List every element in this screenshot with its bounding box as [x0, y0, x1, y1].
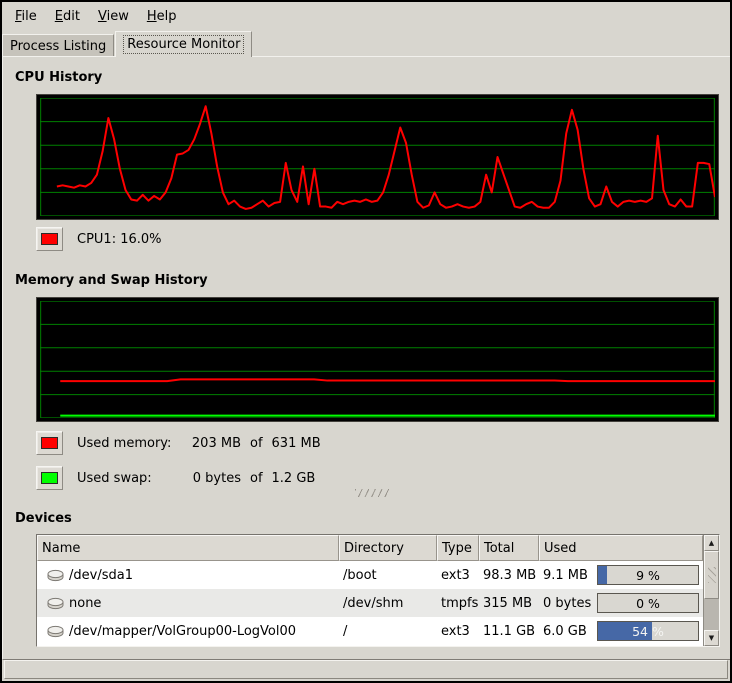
- menu-view[interactable]: View: [89, 5, 138, 28]
- device-type-cell: tmpfs: [437, 589, 479, 617]
- device-used-cell: 9.1 MB 9 %: [539, 561, 703, 589]
- device-name: /dev/sda1: [69, 568, 133, 583]
- device-directory-cell: /: [339, 617, 437, 645]
- device-total-cell: 11.1 GB: [479, 617, 539, 645]
- tab-bar: Process Listing Resource Monitor: [2, 30, 730, 57]
- cpu-graph-svg: [40, 98, 715, 216]
- device-used-progressbar: 9 %: [597, 565, 699, 585]
- cpu-history-graph: [36, 94, 719, 220]
- device-name-cell: none: [37, 589, 339, 617]
- device-name: /dev/mapper/VolGroup00-LogVol00: [69, 624, 296, 639]
- disk-icon: [47, 625, 64, 638]
- used-memory-of: of: [250, 436, 263, 451]
- statusbar: [4, 660, 728, 679]
- header-total[interactable]: Total: [479, 535, 539, 561]
- tab-resource-monitor[interactable]: Resource Monitor: [115, 31, 252, 57]
- devices-title: Devices: [15, 511, 72, 526]
- devices-scrollbar[interactable]: ▲ ▼: [703, 535, 719, 646]
- device-used-cell: 0 bytes 0 %: [539, 589, 703, 617]
- scroll-down-button[interactable]: ▼: [704, 630, 719, 646]
- resource-monitor-page: CPU History CPU1: 16.0% Memory and Swap …: [2, 56, 732, 660]
- device-name-cell: /dev/sda1: [37, 561, 339, 589]
- device-rows: /dev/sda1/bootext398.3 MB 9.1 MB 9 % none/d…: [37, 561, 703, 645]
- device-type-cell: ext3: [437, 617, 479, 645]
- cpu-color-swatch: [41, 233, 58, 245]
- used-memory-value: 203 MB: [181, 436, 241, 451]
- cpu-color-button[interactable]: [36, 227, 63, 251]
- used-swap-label: Used swap:: [77, 471, 177, 486]
- menu-help[interactable]: Help: [138, 5, 186, 28]
- header-name[interactable]: Name: [37, 535, 339, 561]
- pane-resize-grip[interactable]: [355, 489, 389, 497]
- header-type[interactable]: Type: [437, 535, 479, 561]
- progress-percent-label: 0 %: [598, 594, 698, 612]
- device-directory-cell: /dev/shm: [339, 589, 437, 617]
- memory-color-button[interactable]: [36, 431, 63, 455]
- used-memory-label: Used memory:: [77, 436, 177, 451]
- used-swap-row: Used swap: 0 bytes of 1.2 GB: [36, 465, 315, 491]
- device-name: none: [69, 596, 101, 611]
- cpu-legend-row: CPU1: 16.0%: [36, 226, 162, 252]
- device-used-progressbar: 54 %: [597, 621, 699, 641]
- cpu-history-title: CPU History: [15, 70, 102, 85]
- device-row[interactable]: /dev/sda1/bootext398.3 MB 9.1 MB 9 %: [37, 561, 703, 589]
- used-memory-row: Used memory: 203 MB of 631 MB: [36, 430, 321, 456]
- cpu-legend-label: CPU1: 16.0%: [77, 232, 162, 247]
- menu-edit[interactable]: Edit: [46, 5, 89, 28]
- menu-file[interactable]: File: [6, 5, 46, 28]
- device-name-cell: /dev/mapper/VolGroup00-LogVol00: [37, 617, 339, 645]
- system-monitor-window: File Edit View Help Process Listing Reso…: [0, 0, 732, 683]
- devices-table: Name Directory Type Total Used /dev/sda1…: [36, 534, 720, 647]
- device-type-cell: ext3: [437, 561, 479, 589]
- total-memory-value: 631 MB: [272, 436, 321, 451]
- device-directory-cell: /boot: [339, 561, 437, 589]
- devices-table-header: Name Directory Type Total Used: [37, 535, 703, 561]
- device-used-value: 6.0 GB: [543, 624, 587, 639]
- menubar: File Edit View Help: [2, 2, 730, 30]
- memory-history-title: Memory and Swap History: [15, 273, 208, 288]
- tab-process-listing[interactable]: Process Listing: [2, 34, 114, 57]
- disk-icon: [47, 597, 64, 610]
- used-swap-of: of: [250, 471, 263, 486]
- scroll-thumb[interactable]: [704, 551, 719, 599]
- swap-color-button[interactable]: [36, 466, 63, 490]
- disk-icon: [47, 569, 64, 582]
- progress-percent-label: 9 %: [598, 566, 698, 584]
- header-used[interactable]: Used: [539, 535, 703, 561]
- progress-percent-label: 54 %: [598, 622, 698, 640]
- swap-color-swatch: [41, 472, 58, 484]
- device-used-value: 9.1 MB: [543, 568, 588, 583]
- memory-color-swatch: [41, 437, 58, 449]
- device-total-cell: 98.3 MB: [479, 561, 539, 589]
- device-used-value: 0 bytes: [543, 596, 591, 611]
- memory-graph-svg: [40, 301, 715, 418]
- used-swap-value: 0 bytes: [181, 471, 241, 486]
- device-used-progressbar: 0 %: [597, 593, 699, 613]
- memory-swap-graph: [36, 297, 719, 422]
- device-row[interactable]: none/dev/shmtmpfs315 MB 0 bytes 0 %: [37, 589, 703, 617]
- header-directory[interactable]: Directory: [339, 535, 437, 561]
- scroll-thumb-grip: [708, 567, 716, 583]
- device-used-cell: 6.0 GB 54 %: [539, 617, 703, 645]
- device-total-cell: 315 MB: [479, 589, 539, 617]
- total-swap-value: 1.2 GB: [272, 471, 316, 486]
- device-row[interactable]: /dev/mapper/VolGroup00-LogVol00 /ext311.1…: [37, 617, 703, 645]
- scroll-up-button[interactable]: ▲: [704, 535, 719, 551]
